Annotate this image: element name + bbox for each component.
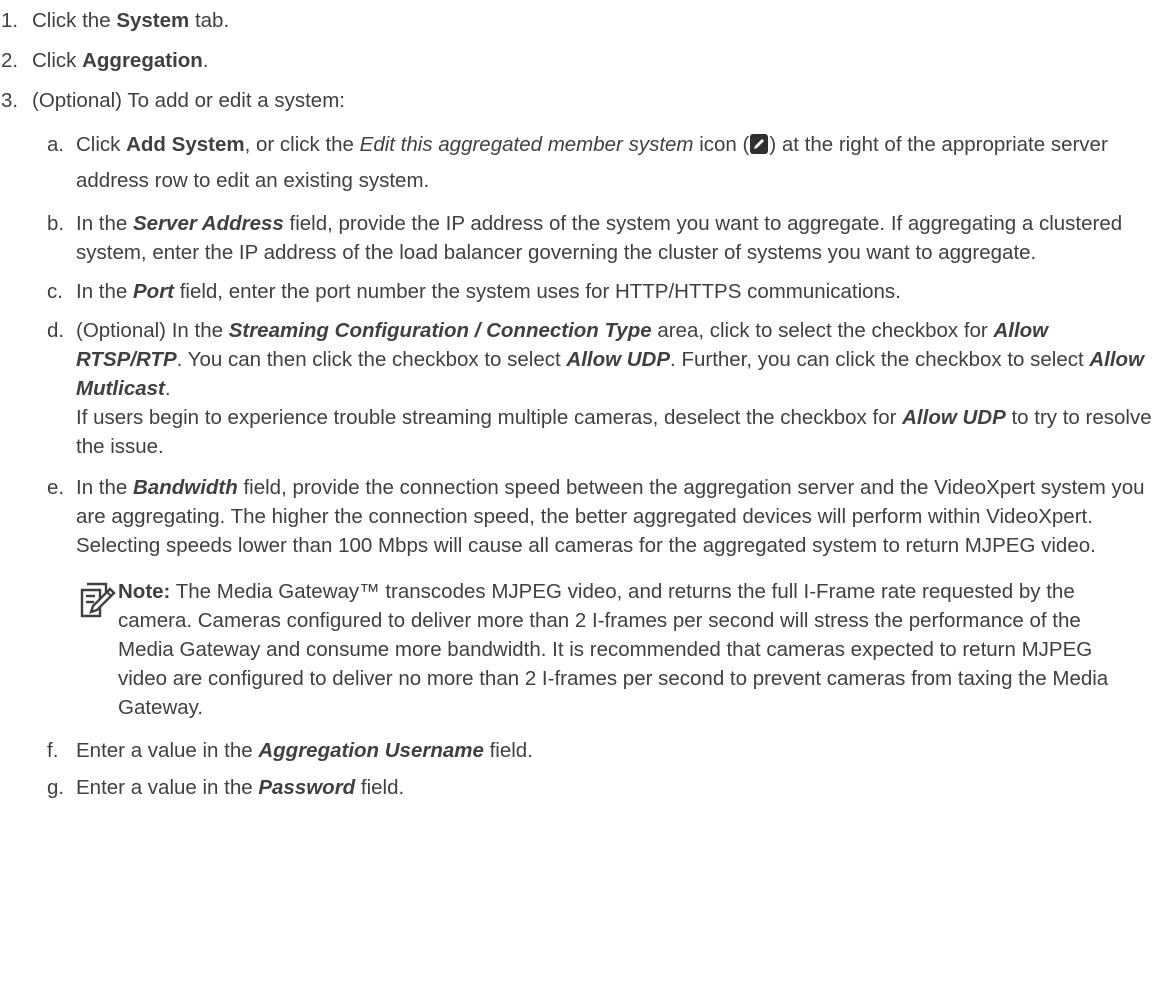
step-number: 2. xyxy=(1,49,19,72)
substep-text: Enter a value in the xyxy=(76,739,259,762)
step-number: 3. xyxy=(1,89,19,112)
substep-text: field. xyxy=(483,739,533,762)
step-1: 1. Click the System tab. xyxy=(0,6,1169,35)
field-port: Port xyxy=(133,280,174,303)
field-server-address: Server Address xyxy=(133,212,284,235)
substep-letter: e. xyxy=(47,476,65,499)
substep-text: . You can then click the checkbox to sel… xyxy=(176,348,567,371)
substep-text: , or click the xyxy=(244,133,360,156)
substep-text: . xyxy=(164,377,171,400)
field-aggregation-username: Aggregation Username xyxy=(258,739,484,762)
step-text: (Optional) To add or edit a system: xyxy=(32,89,345,112)
step-text: tab. xyxy=(189,9,230,32)
substep-text: In the xyxy=(76,212,133,235)
note-icon xyxy=(79,581,117,619)
substep-letter: a. xyxy=(47,133,65,156)
substep-text: . Further, you can click the checkbox to… xyxy=(670,348,1090,371)
substep-letter: f. xyxy=(47,739,59,762)
substep-text: If users begin to experience trouble str… xyxy=(76,406,903,429)
step-2: 2. Click Aggregation. xyxy=(0,46,1169,75)
step-text: . xyxy=(202,49,209,72)
substep-f: f. Enter a value in the Aggregation User… xyxy=(0,736,1169,765)
ui-term-system: System xyxy=(116,9,190,32)
substep-text: field. xyxy=(355,776,405,799)
note-label: Note: xyxy=(118,580,171,603)
step-3: 3. (Optional) To add or edit a system: xyxy=(0,86,1169,115)
substep-text: field, enter the port number the system … xyxy=(174,280,901,303)
ui-term-add-system: Add System xyxy=(126,133,245,156)
note-text: The Media Gateway™ transcodes MJPEG vide… xyxy=(118,580,1109,719)
ui-term-edit-member: Edit this aggregated member system xyxy=(359,133,694,156)
ui-term-aggregation: Aggregation xyxy=(82,49,203,72)
substep-text: area, click to select the checkbox for xyxy=(651,319,994,342)
step-text: Click xyxy=(32,49,83,72)
field-password: Password xyxy=(258,776,356,799)
substep-text: In the xyxy=(76,476,133,499)
area-streaming-configuration: Streaming Configuration / Connection Typ… xyxy=(228,319,652,342)
step-text: Click the xyxy=(32,9,117,32)
substep-letter: d. xyxy=(47,319,65,342)
substep-text: Enter a value in the xyxy=(76,776,259,799)
substep-text: Click xyxy=(76,133,127,156)
option-allow-udp: Allow UDP xyxy=(566,348,671,371)
substep-text: In the xyxy=(76,280,133,303)
substep-b: b. In the Server Address field, provide … xyxy=(0,209,1169,267)
pencil-edit-icon xyxy=(750,134,769,154)
note-callout: Note: The Media Gateway™ transcodes MJPE… xyxy=(0,577,1169,722)
substep-e: e. In the Bandwidth field, provide the c… xyxy=(0,473,1169,560)
substep-letter: g. xyxy=(47,776,65,799)
substep-g: g. Enter a value in the Password field. xyxy=(0,773,1169,802)
step-number: 1. xyxy=(1,9,19,32)
substep-d: d. (Optional) In the Streaming Configura… xyxy=(0,316,1169,461)
option-allow-udp: Allow UDP xyxy=(902,406,1006,429)
field-bandwidth: Bandwidth xyxy=(133,476,238,499)
substep-letter: b. xyxy=(47,212,65,235)
substep-letter: c. xyxy=(47,280,63,303)
procedure-document: 1. Click the System tab. 2. Click Aggreg… xyxy=(0,0,1169,802)
substep-list: a. Click Add System, or click the Edit t… xyxy=(0,127,1169,802)
substep-text: icon ( xyxy=(693,133,750,156)
substep-text: (Optional) In the xyxy=(76,319,229,342)
substep-a: a. Click Add System, or click the Edit t… xyxy=(0,127,1169,199)
substep-c: c. In the Port field, enter the port num… xyxy=(0,277,1169,306)
